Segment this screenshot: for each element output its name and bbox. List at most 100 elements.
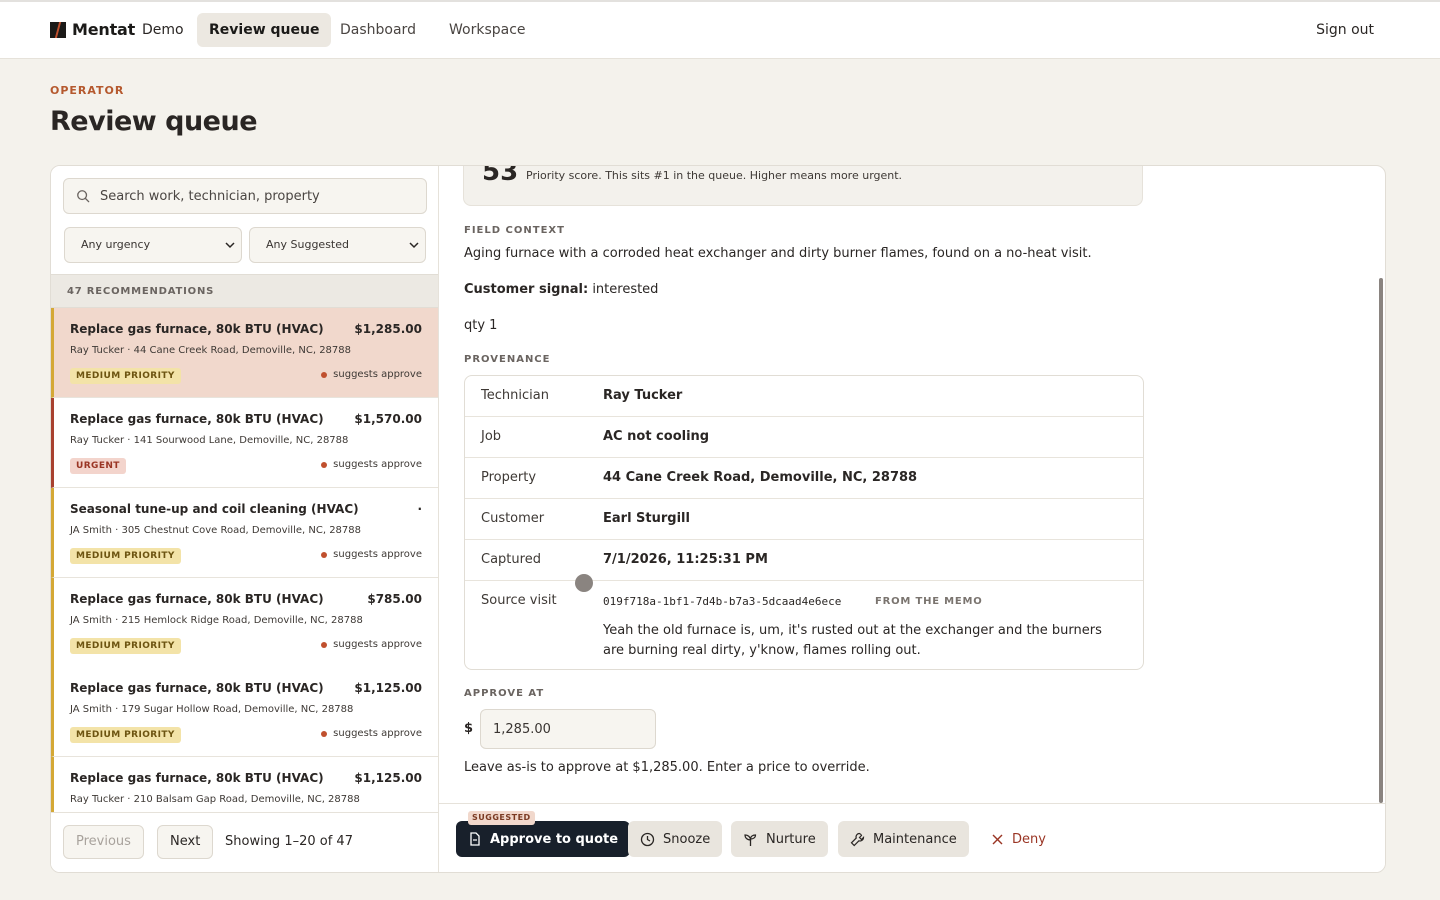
provenance-value: AC not cooling <box>603 429 710 444</box>
nav-tab-review-queue[interactable]: Review queue <box>197 13 332 47</box>
priority-score-card: 53 Priority score. This sits #1 in the q… <box>463 165 1143 206</box>
pagination: Previous Next Showing 1–20 of 47 <box>51 812 438 872</box>
pagination-status: Showing 1–20 of 47 <box>225 834 353 849</box>
deny-button[interactable]: Deny <box>979 821 1058 857</box>
item-subtitle: JA Smith · 215 Hemlock Ridge Road, Demov… <box>70 615 363 626</box>
clock-icon <box>640 832 655 846</box>
list-item[interactable]: Replace gas furnace, 80k BTU (HVAC) $785… <box>51 578 438 668</box>
item-subtitle: JA Smith · 179 Sugar Hollow Road, Demovi… <box>70 704 354 715</box>
snooze-label: Snooze <box>663 831 711 847</box>
provenance-value: Earl Sturgill <box>603 511 690 526</box>
field-context-label: FIELD CONTEXT <box>464 225 565 236</box>
maintenance-label: Maintenance <box>873 831 957 847</box>
suggestion-status: suggests approve <box>321 549 422 560</box>
suggestion-text: suggests approve <box>333 369 422 380</box>
status-dot-icon <box>321 461 328 468</box>
search-box[interactable] <box>63 178 427 214</box>
suggestion-text: suggests approve <box>333 459 422 470</box>
detail-scrollbar[interactable] <box>1379 278 1383 803</box>
search-input[interactable] <box>100 179 420 213</box>
status-dot-icon <box>321 371 328 378</box>
provenance-value: 7/1/2026, 11:25:31 PM <box>603 552 768 567</box>
item-price: $1,125.00 <box>354 771 422 785</box>
search-icon <box>77 190 90 203</box>
demo-label: Demo <box>142 22 184 38</box>
item-subtitle: JA Smith · 305 Chestnut Cove Road, Demov… <box>70 525 362 536</box>
chevron-down-icon <box>409 242 419 249</box>
suggested-filter-value: Any Suggested <box>266 238 349 251</box>
currency-symbol: $ <box>464 721 474 736</box>
memo-text: Yeah the old furnace is, um, it's rusted… <box>603 623 1102 658</box>
provenance-label: PROVENANCE <box>464 354 551 365</box>
top-nav: Mentat Demo Review queue Dashboard Works… <box>0 0 1440 59</box>
approve-at-label: APPROVE AT <box>464 688 545 699</box>
maintenance-button[interactable]: Maintenance <box>838 821 969 857</box>
suggestion-status: suggests approve <box>321 369 422 380</box>
provenance-key: Job <box>481 429 502 444</box>
customer-signal-value: interested <box>592 282 659 297</box>
deny-label: Deny <box>1012 831 1046 847</box>
chevron-down-icon <box>225 242 235 249</box>
queue-sidebar: Any urgency Any Suggested 47 RECOMMENDAT… <box>51 166 439 872</box>
detail-pane: 53 Priority score. This sits #1 in the q… <box>439 166 1385 872</box>
table-row: Customer Earl Sturgill <box>465 499 1143 540</box>
list-item[interactable]: Seasonal tune-up and coil cleaning (HVAC… <box>51 488 438 578</box>
nurture-label: Nurture <box>766 831 816 847</box>
item-price: $1,570.00 <box>354 412 422 426</box>
urgency-filter-select[interactable]: Any urgency <box>64 227 242 263</box>
provenance-value: Ray Tucker <box>603 388 683 403</box>
item-subtitle: Ray Tucker · 44 Cane Creek Road, Demovil… <box>70 345 352 356</box>
status-dot-icon <box>321 551 328 558</box>
source-visit-id[interactable]: 019f718a-1bf1-7d4b-b7a3-5dcaad4e6ece <box>603 595 841 608</box>
priority-badge: URGENT <box>70 458 126 474</box>
nav-tab-workspace[interactable]: Workspace <box>437 13 538 47</box>
nurture-button[interactable]: Nurture <box>731 821 828 857</box>
list-item[interactable]: Replace gas furnace, 80k BTU (HVAC) $1,1… <box>51 757 438 812</box>
item-subtitle: Ray Tucker · 141 Sourwood Lane, Demovill… <box>70 435 349 446</box>
nav-tab-dashboard[interactable]: Dashboard <box>328 13 428 47</box>
provenance-key: Property <box>481 470 537 485</box>
item-title: Replace gas furnace, 80k BTU (HVAC) <box>70 412 324 426</box>
item-price: · <box>417 502 422 516</box>
item-title: Seasonal tune-up and coil cleaning (HVAC… <box>70 502 359 516</box>
previous-page-button[interactable]: Previous <box>63 825 144 859</box>
item-price: $1,285.00 <box>354 322 422 336</box>
quantity: qty 1 <box>464 318 498 333</box>
item-price: $1,125.00 <box>354 681 422 695</box>
recommendation-list: Replace gas furnace, 80k BTU (HVAC) $1,2… <box>51 308 438 812</box>
brand-name: Mentat <box>72 20 136 39</box>
wrench-icon <box>850 832 865 846</box>
suggestion-text: suggests approve <box>333 549 422 560</box>
provenance-key: Technician <box>481 388 549 403</box>
from-memo-label: FROM THE MEMO <box>875 596 983 607</box>
sprout-icon <box>744 833 757 846</box>
table-row: Job AC not cooling <box>465 417 1143 458</box>
list-item[interactable]: Replace gas furnace, 80k BTU (HVAC) $1,5… <box>51 398 438 488</box>
action-bar: SUGGESTED Approve to quote Snooze Nurtur… <box>439 803 1385 872</box>
approve-price-input[interactable] <box>480 709 656 749</box>
snooze-button[interactable]: Snooze <box>628 821 723 857</box>
document-icon <box>470 832 480 846</box>
list-item[interactable]: Replace gas furnace, 80k BTU (HVAC) $1,1… <box>51 667 438 757</box>
item-title: Replace gas furnace, 80k BTU (HVAC) <box>70 771 324 785</box>
brand-mark-icon <box>50 21 66 38</box>
brand-logo[interactable]: Mentat <box>50 20 135 39</box>
suggestion-text: suggests approve <box>333 639 422 650</box>
suggestion-text: suggests approve <box>333 728 422 739</box>
list-item[interactable]: Replace gas furnace, 80k BTU (HVAC) $1,2… <box>51 308 438 398</box>
suggested-filter-select[interactable]: Any Suggested <box>249 227 426 263</box>
provenance-value: 44 Cane Creek Road, Demoville, NC, 28788 <box>603 470 918 485</box>
sign-out-link[interactable]: Sign out <box>1316 22 1374 38</box>
item-title: Replace gas furnace, 80k BTU (HVAC) <box>70 681 324 695</box>
priority-badge: MEDIUM PRIORITY <box>70 368 181 384</box>
suggestion-status: suggests approve <box>321 459 422 470</box>
mouse-cursor <box>575 574 593 592</box>
next-page-button[interactable]: Next <box>157 825 214 859</box>
table-row: Captured 7/1/2026, 11:25:31 PM <box>465 540 1143 581</box>
priority-badge: MEDIUM PRIORITY <box>70 638 181 654</box>
priority-score: 53 <box>482 165 519 187</box>
customer-signal-label: Customer signal: <box>464 282 589 297</box>
approve-to-quote-button[interactable]: SUGGESTED Approve to quote <box>456 811 631 857</box>
provenance-key: Customer <box>481 511 545 526</box>
status-dot-icon <box>321 641 328 648</box>
